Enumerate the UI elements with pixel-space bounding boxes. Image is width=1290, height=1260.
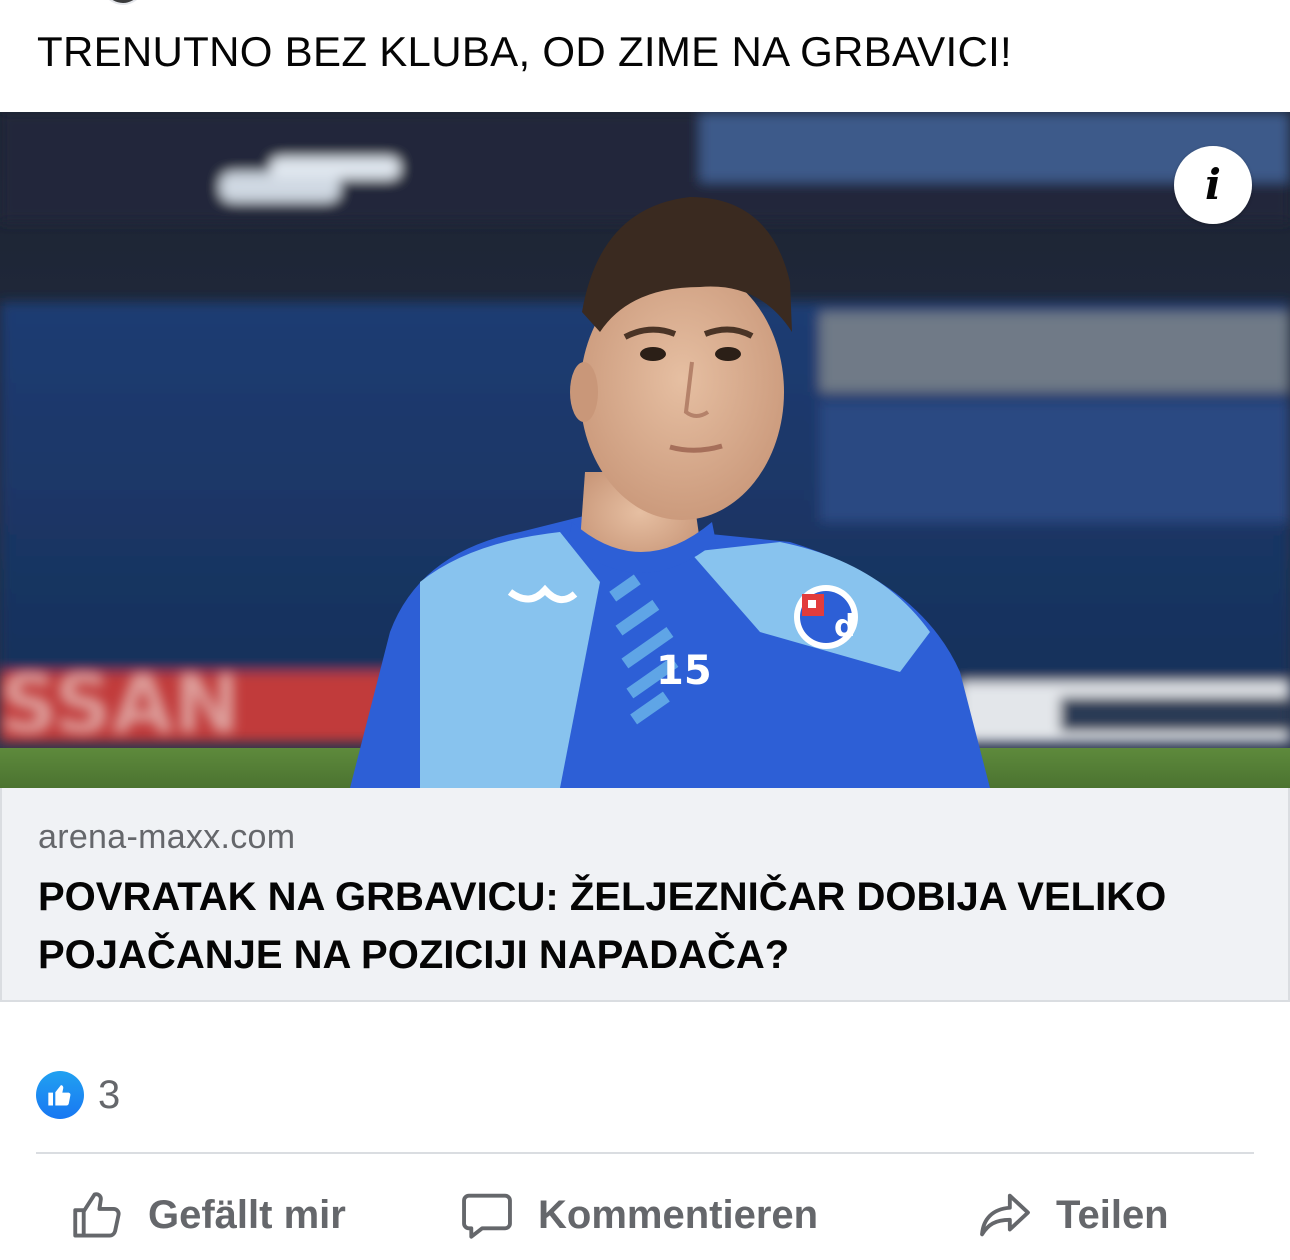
link-domain: arena-maxx.com xyxy=(38,818,296,856)
share-label: Teilen xyxy=(1056,1192,1169,1237)
svg-text:d: d xyxy=(834,609,855,644)
link-preview-card[interactable]: SSAN d 15 i arena-maxx.com POVRATAK NA G… xyxy=(0,112,1290,1002)
link-title[interactable]: POVRATAK NA GRBAVICU: ŽELJEZNIČAR DOBIJA… xyxy=(38,868,1238,984)
comment-button[interactable]: Kommentieren xyxy=(458,1180,818,1250)
link-preview-image[interactable]: SSAN d 15 i xyxy=(0,112,1290,788)
divider xyxy=(36,1152,1254,1154)
jersey-number: 15 xyxy=(656,648,712,694)
comment-icon xyxy=(462,1193,512,1239)
share-icon xyxy=(980,1193,1030,1237)
action-bar: Gefällt mir Kommentieren Teilen xyxy=(0,1170,1290,1260)
share-button[interactable]: Teilen xyxy=(976,1180,1169,1250)
ad-board-text: SSAN xyxy=(0,658,241,751)
link-preview-meta[interactable]: arena-maxx.com POVRATAK NA GRBAVICU: ŽEL… xyxy=(0,788,1290,1002)
page-avatar[interactable] xyxy=(95,0,151,5)
reaction-summary[interactable]: 3 xyxy=(36,1070,120,1120)
feed-post: TRENUTNO BEZ KLUBA, OD ZIME NA GRBAVICI! xyxy=(0,0,1290,1260)
like-button[interactable]: Gefällt mir xyxy=(68,1180,346,1250)
post-text: TRENUTNO BEZ KLUBA, OD ZIME NA GRBAVICI! xyxy=(37,28,1013,75)
thumbs-up-icon xyxy=(73,1192,121,1238)
info-icon: i xyxy=(1205,160,1221,209)
reaction-count: 3 xyxy=(98,1072,121,1117)
like-icon xyxy=(36,1071,84,1119)
like-label: Gefällt mir xyxy=(148,1192,346,1237)
comment-label: Kommentieren xyxy=(538,1192,819,1237)
info-button[interactable]: i xyxy=(1174,146,1252,224)
